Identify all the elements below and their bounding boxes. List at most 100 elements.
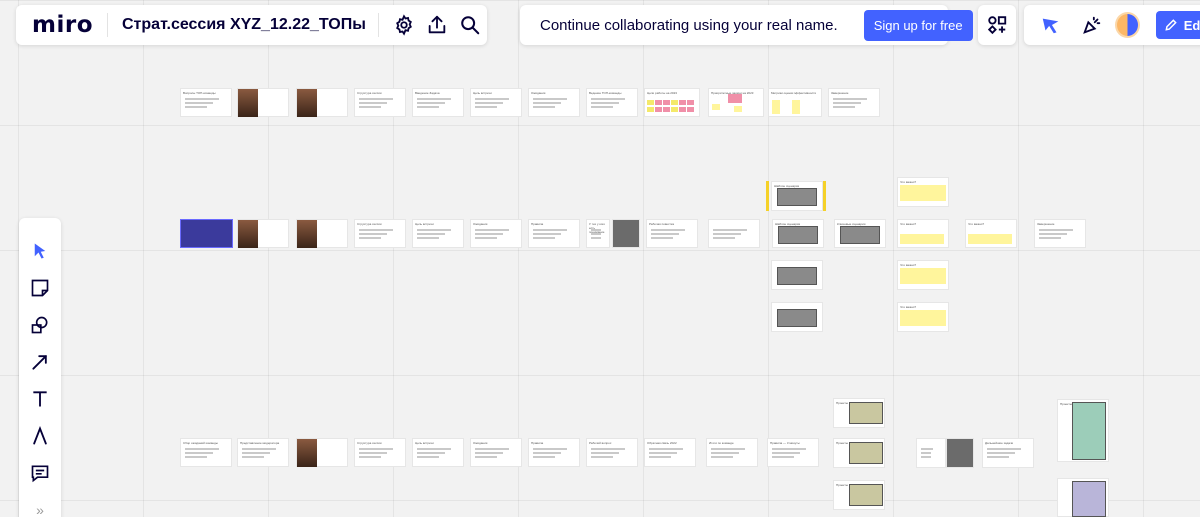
text-line [417, 106, 439, 108]
comment-icon[interactable] [22, 454, 58, 491]
text-line [185, 456, 207, 458]
board-frame: Рабочая повестка [646, 219, 698, 248]
text-line [417, 229, 451, 231]
sticky-note [647, 100, 654, 105]
frame-title: Сбор ожиданий команды [183, 441, 218, 445]
text-line [475, 98, 509, 100]
text-line [772, 452, 800, 454]
text-line [649, 456, 671, 458]
upload-icon[interactable] [420, 7, 453, 43]
sticky-note [687, 107, 694, 112]
text-line [185, 452, 213, 454]
select-cursor-icon[interactable] [22, 232, 58, 269]
miro-logo[interactable]: miro [16, 13, 108, 37]
board-frame: Итоги по команде [706, 438, 758, 467]
text-line [475, 237, 497, 239]
text-line [533, 456, 555, 458]
text-line [533, 102, 561, 104]
text-line [533, 229, 567, 231]
board-frame: Ожидания [470, 219, 522, 248]
text-line [417, 452, 445, 454]
frame-marker [766, 181, 769, 211]
search-icon[interactable] [454, 7, 487, 43]
frame-title: Вопросы ТОП-команды [183, 91, 216, 95]
collab-panel: Edi [1024, 5, 1200, 45]
board-frame: Ведение ТОП-команды [586, 88, 638, 117]
sticky-note [679, 107, 686, 112]
apps-icon[interactable] [979, 7, 1015, 43]
board-frame [916, 438, 946, 468]
filter-icon[interactable] [1034, 7, 1068, 43]
text-line [185, 102, 213, 104]
celebrate-icon[interactable] [1074, 7, 1108, 43]
text-line [475, 106, 497, 108]
text-line [987, 452, 1015, 454]
text-line [713, 237, 735, 239]
edit-button[interactable]: Edi [1155, 11, 1200, 39]
text-line [417, 448, 451, 450]
text-line [649, 452, 677, 454]
text-line [417, 456, 439, 458]
text-line [591, 98, 625, 100]
board-title[interactable]: Страт.сессия XYZ_12.22_ТОПы [108, 13, 379, 37]
settings-icon[interactable] [387, 7, 420, 43]
arrow-connector-icon[interactable] [22, 343, 58, 380]
frame-title: Проекты [836, 483, 849, 487]
text-line [475, 448, 509, 450]
board-frame: Обратная связь 2022 [644, 438, 696, 467]
board-frame: Вопросы ТОП-команды [180, 88, 232, 117]
text-line [359, 229, 393, 231]
text-line [987, 448, 1021, 450]
avatar[interactable] [1114, 12, 1140, 38]
text-line [475, 456, 497, 458]
person-photo [238, 89, 258, 117]
frame-title: Представление модератора [240, 441, 280, 445]
pen-icon[interactable] [22, 417, 58, 454]
text-line [711, 456, 733, 458]
text-line [591, 102, 619, 104]
frame-title: Ожидания [473, 222, 488, 226]
text-line [833, 106, 855, 108]
board-frame: Структура сессии [354, 438, 406, 467]
shapes-icon[interactable] [22, 306, 58, 343]
text-line [242, 452, 270, 454]
text-line [987, 456, 1009, 458]
text-line [417, 102, 445, 104]
expand-more-icon[interactable]: » [22, 491, 58, 517]
board-frame: У тех у кого есть понимание [586, 219, 610, 248]
table-thumbnail [1072, 402, 1106, 460]
board-frame: Ожидания [528, 88, 580, 117]
frame-title: Правила [531, 441, 544, 445]
board-frame: Цель встречи [412, 438, 464, 467]
signup-button[interactable]: Sign up for free [863, 9, 973, 41]
sticky-note [647, 107, 654, 112]
sticky-note-icon[interactable] [22, 269, 58, 306]
text-line [185, 98, 219, 100]
text-line [359, 237, 381, 239]
text-icon[interactable] [22, 380, 58, 417]
text-line [591, 106, 613, 108]
board-frame: Ожидания [470, 438, 522, 467]
text-line [533, 448, 567, 450]
sticky-note [968, 234, 1012, 244]
frame-title: Цель встречи [473, 91, 492, 95]
text-line [359, 102, 387, 104]
text-line [533, 98, 567, 100]
frame-title: Обратная связь 2022 [647, 441, 677, 445]
text-line [475, 102, 503, 104]
person-photo [297, 439, 317, 467]
sticky-note [772, 100, 780, 114]
text-line [591, 233, 601, 235]
text-line [591, 456, 613, 458]
table-thumbnail [777, 188, 817, 206]
board-frame [946, 438, 974, 468]
frame-title: Структура сессии [357, 441, 382, 445]
text-line [921, 456, 931, 458]
text-line [649, 448, 683, 450]
frame-title: Цель встречи [415, 222, 434, 226]
sticky-note [900, 234, 944, 244]
text-line [591, 237, 601, 239]
frame-title: Цель встречи [415, 441, 434, 445]
board-frame: Завершение [1034, 219, 1086, 248]
frame-title: Завершение [1037, 222, 1055, 226]
